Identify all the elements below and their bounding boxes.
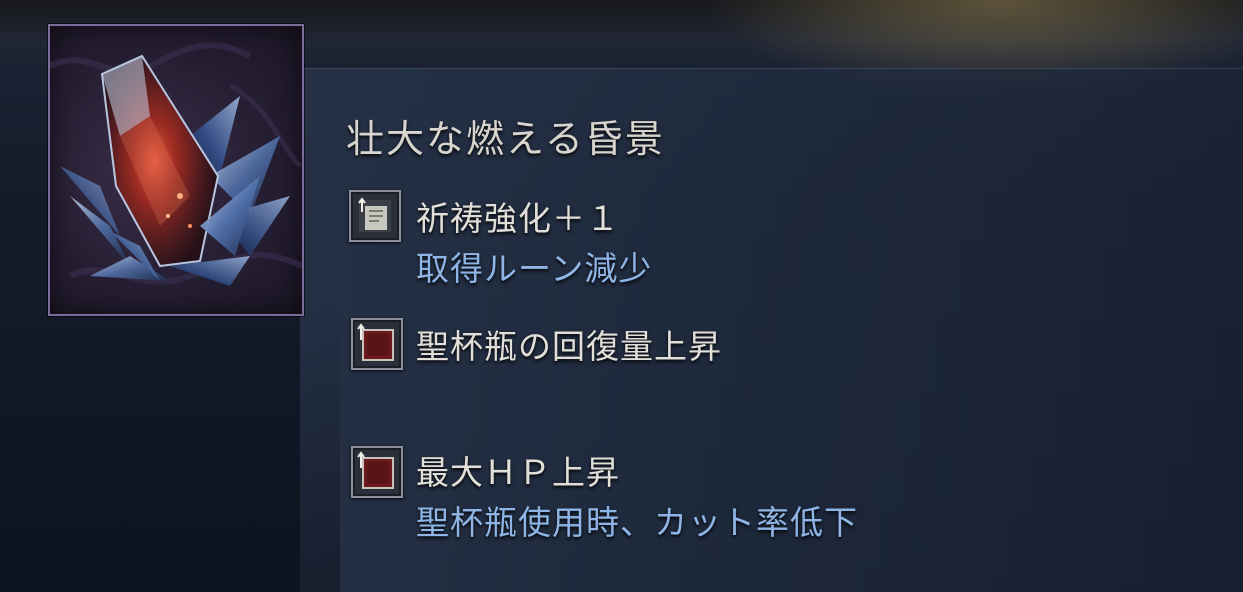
effect-1-sub: 取得ルーン減少 [416, 249, 653, 288]
red-crystal-relic-icon [50, 42, 302, 286]
scroll-upgrade-icon [349, 190, 401, 242]
relic-title: 壮大な燃える昏景 [346, 117, 665, 161]
relic-detail-screen: 壮大な燃える昏景 祈祷強化＋１ 取得ルーン減少 聖杯瓶の回復量上昇 最大ＨＰ上昇… [0, 0, 1243, 592]
effect-2-main: 聖杯瓶の回復量上昇 [416, 327, 722, 366]
red-stat-upgrade-icon [351, 318, 403, 370]
effect-3-main: 最大ＨＰ上昇 [416, 453, 620, 492]
effect-1-main: 祈祷強化＋１ [416, 199, 620, 238]
relic-image-frame [48, 24, 304, 316]
red-stat-upgrade-icon [351, 446, 403, 498]
effect-3-sub: 聖杯瓶使用時、カット率低下 [416, 503, 858, 542]
